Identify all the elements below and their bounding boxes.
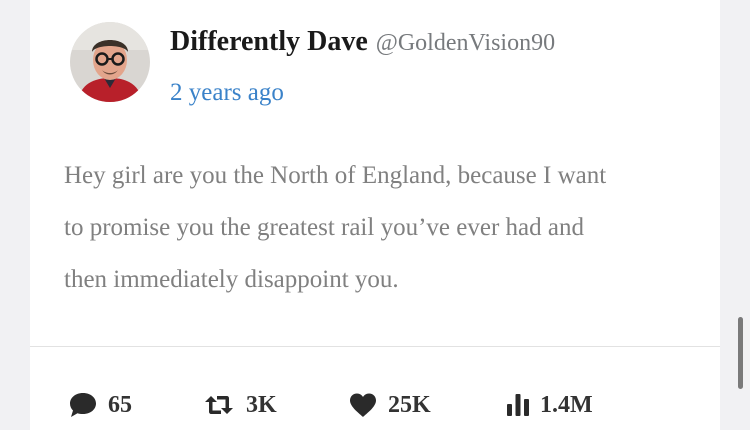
tweet-text-line: to promise you the greatest rail you’ve … [64,214,584,241]
retweet-count: 3K [246,391,277,418]
reply-count: 65 [108,391,132,418]
speech-bubble-icon [68,391,98,419]
author-line: Differently Dave @GoldenVision90 [170,26,555,58]
tweet-card: Differently Dave @GoldenVision90 2 years… [30,0,720,430]
like-button[interactable]: 25K [348,388,431,422]
heart-icon [348,392,378,418]
tweet-timestamp-link[interactable]: 2 years ago [170,79,284,107]
tweet-text-line: Hey girl are you the North of England, b… [64,162,607,189]
retweet-button[interactable]: 3K [202,388,277,422]
like-count: 25K [388,391,431,418]
reply-button[interactable]: 65 [68,388,132,422]
tweet-text-line: then immediately disappoint you. [64,266,399,293]
divider [30,346,720,347]
author-handle[interactable]: @GoldenVision90 [376,30,555,56]
bar-chart-icon [506,392,530,418]
views-button[interactable]: 1.4M [506,388,593,422]
tweet-text: Hey girl are you the North of England, b… [64,150,704,306]
view-count: 1.4M [540,391,593,418]
avatar[interactable] [70,22,150,102]
retweet-icon [202,392,236,418]
author-display-name[interactable]: Differently Dave [170,26,368,57]
scrollbar-thumb[interactable] [738,317,743,389]
